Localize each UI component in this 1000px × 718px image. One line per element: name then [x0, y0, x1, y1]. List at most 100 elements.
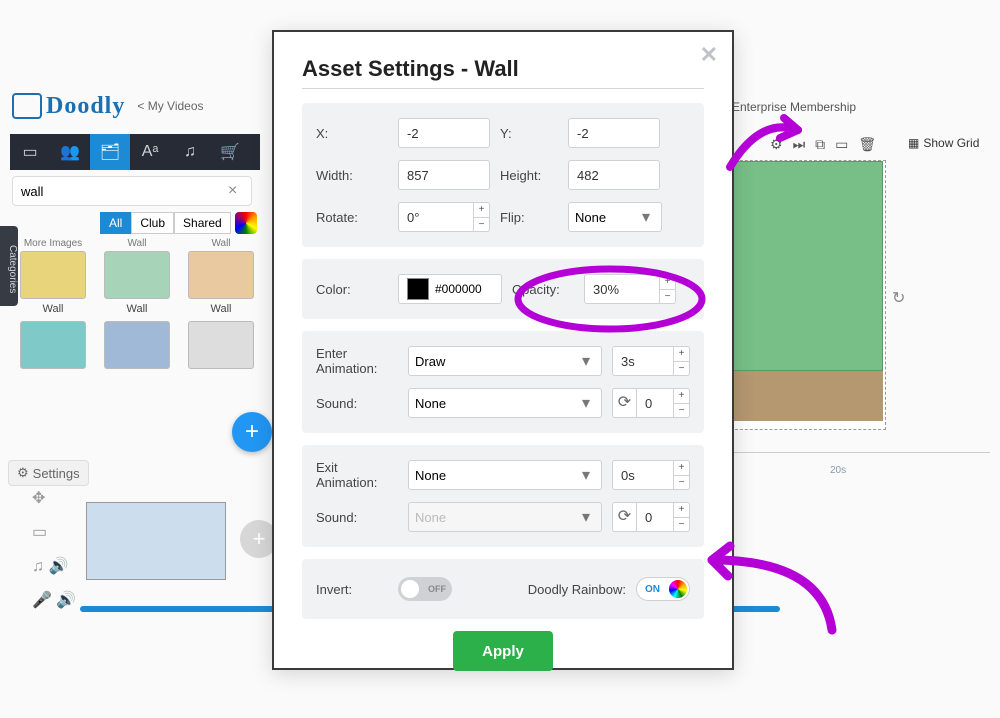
modal-close-icon[interactable]: ✕ — [700, 42, 718, 68]
timeline-clip[interactable] — [86, 502, 226, 580]
tab-text[interactable]: Aᵃ — [130, 134, 170, 170]
enter-duration-stepper[interactable]: +− — [674, 346, 690, 376]
tl-image-icon[interactable]: ▭ — [32, 522, 76, 542]
categories-tab[interactable]: Categories — [0, 226, 18, 306]
settings-button[interactable]: ⚙ Settings — [8, 460, 89, 486]
y-input[interactable] — [568, 118, 660, 148]
invert-state: OFF — [428, 584, 446, 594]
chevron-down-icon: ▾ — [577, 351, 595, 371]
flip-label: Flip: — [500, 210, 558, 225]
rainbow-state: ON — [645, 584, 660, 595]
tab-props[interactable]: 🗂 — [90, 134, 130, 170]
x-label: X: — [316, 126, 388, 141]
rainbow-filter-icon[interactable] — [235, 212, 257, 234]
rotate-input[interactable] — [398, 202, 474, 232]
tl-mic-icon[interactable]: 🎤 🔊 — [32, 590, 76, 610]
logo-text: Doodly — [46, 93, 125, 120]
opacity-input[interactable] — [584, 274, 660, 304]
modal-title: Asset Settings - Wall — [302, 56, 704, 82]
asset-thumb[interactable] — [20, 251, 86, 299]
exit-duration-stepper[interactable]: +− — [674, 460, 690, 490]
enter-sound-value: None — [415, 396, 577, 411]
exit-anim-select[interactable]: None▾ — [408, 460, 602, 490]
canvas-skip-icon[interactable]: ⏭ — [793, 136, 806, 153]
opacity-stepper[interactable]: +− — [660, 274, 676, 304]
enter-anim-label: Enter Animation: — [316, 346, 398, 376]
refresh-icon[interactable]: ↻ — [892, 288, 905, 308]
asset-label: Wall — [104, 238, 170, 249]
y-label: Y: — [500, 126, 558, 141]
rainbow-knob-icon — [669, 580, 687, 598]
chevron-down-icon: ▾ — [577, 465, 595, 485]
enter-sound-select[interactable]: None▾ — [408, 388, 602, 418]
canvas-stage[interactable] — [730, 160, 886, 430]
show-grid-toggle[interactable]: ▦ Show Grid — [908, 136, 979, 150]
exit-anim-value: None — [415, 468, 577, 483]
canvas-trash-icon[interactable]: 🗑 — [858, 136, 876, 153]
tl-audio-icon[interactable]: ♫ 🔊 — [32, 556, 76, 576]
rotate-stepper[interactable]: +− — [474, 202, 490, 232]
exit-sound-label: Sound: — [316, 510, 398, 525]
filter-all[interactable]: All — [100, 212, 131, 234]
settings-label: Settings — [33, 466, 80, 481]
asset-label: Wall — [104, 303, 170, 315]
x-input[interactable] — [398, 118, 490, 148]
chevron-down-icon: ▾ — [637, 207, 655, 227]
search-clear-icon[interactable]: × — [228, 182, 246, 200]
exit-sound-stepper[interactable]: +− — [674, 502, 690, 532]
canvas-layer-icon[interactable]: ▭ — [835, 136, 848, 153]
asset-grid: More ImagesWall WallWall WallWall — [20, 238, 258, 373]
move-icon[interactable]: ✥ — [32, 488, 76, 508]
time-ruler[interactable]: 20s — [730, 452, 990, 482]
search-input[interactable] — [12, 176, 252, 206]
canvas-gear-icon[interactable]: ⚙ — [770, 136, 783, 153]
color-input[interactable]: #000000 — [398, 274, 502, 304]
asset-label: Wall — [188, 238, 254, 249]
invert-toggle[interactable]: OFF — [398, 577, 452, 601]
asset-label: Wall — [188, 303, 254, 315]
color-swatch — [407, 278, 429, 300]
ruler-label: 20s — [830, 465, 846, 476]
loop-icon[interactable]: ⟳ — [612, 502, 636, 532]
enter-anim-select[interactable]: Draw▾ — [408, 346, 602, 376]
exit-duration-input[interactable] — [612, 460, 674, 490]
add-asset-button[interactable]: + — [232, 412, 272, 452]
asset-thumb[interactable] — [104, 251, 170, 299]
tab-people[interactable]: 👥 — [50, 134, 90, 170]
my-videos-link[interactable]: < My Videos — [137, 99, 203, 113]
tab-images[interactable]: ▭ — [10, 134, 50, 170]
show-grid-label: Show Grid — [923, 136, 979, 150]
asset-thumb[interactable] — [188, 251, 254, 299]
enter-sound-label: Sound: — [316, 396, 398, 411]
asset-thumb[interactable] — [20, 321, 86, 369]
membership-label: Enterprise Membership — [732, 100, 856, 114]
loop-icon[interactable]: ⟳ — [612, 388, 636, 418]
width-label: Width: — [316, 168, 388, 183]
opacity-label: Opacity: — [512, 282, 574, 297]
rainbow-toggle[interactable]: ON — [636, 577, 690, 601]
asset-thumb[interactable] — [104, 321, 170, 369]
width-input[interactable] — [398, 160, 490, 190]
exit-sound-select[interactable]: None▾ — [408, 502, 602, 532]
enter-sound-stepper[interactable]: +− — [674, 388, 690, 418]
enter-duration-input[interactable] — [612, 346, 674, 376]
tab-marketplace[interactable]: 🛒 — [210, 134, 250, 170]
gear-icon: ⚙ — [17, 465, 29, 481]
enter-sound-count-input[interactable] — [636, 388, 674, 418]
exit-anim-label: Exit Animation: — [316, 460, 398, 490]
height-input[interactable] — [568, 160, 660, 190]
asset-thumb[interactable] — [188, 321, 254, 369]
filter-shared[interactable]: Shared — [174, 212, 231, 234]
flip-select[interactable]: None▾ — [568, 202, 662, 232]
apply-button[interactable]: Apply — [453, 631, 553, 671]
canvas-copy-icon[interactable]: ⧉ — [815, 136, 825, 153]
canvas-wall-asset[interactable] — [731, 161, 883, 371]
asset-tab-strip: ▭ 👥 🗂 Aᵃ ♫ 🛒 — [10, 134, 260, 170]
enter-anim-value: Draw — [415, 354, 577, 369]
exit-sound-count-input[interactable] — [636, 502, 674, 532]
filter-club[interactable]: Club — [131, 212, 174, 234]
grid-icon: ▦ — [908, 136, 919, 150]
color-value: #000000 — [435, 282, 482, 296]
logo-icon — [12, 93, 42, 119]
tab-audio[interactable]: ♫ — [170, 134, 210, 170]
